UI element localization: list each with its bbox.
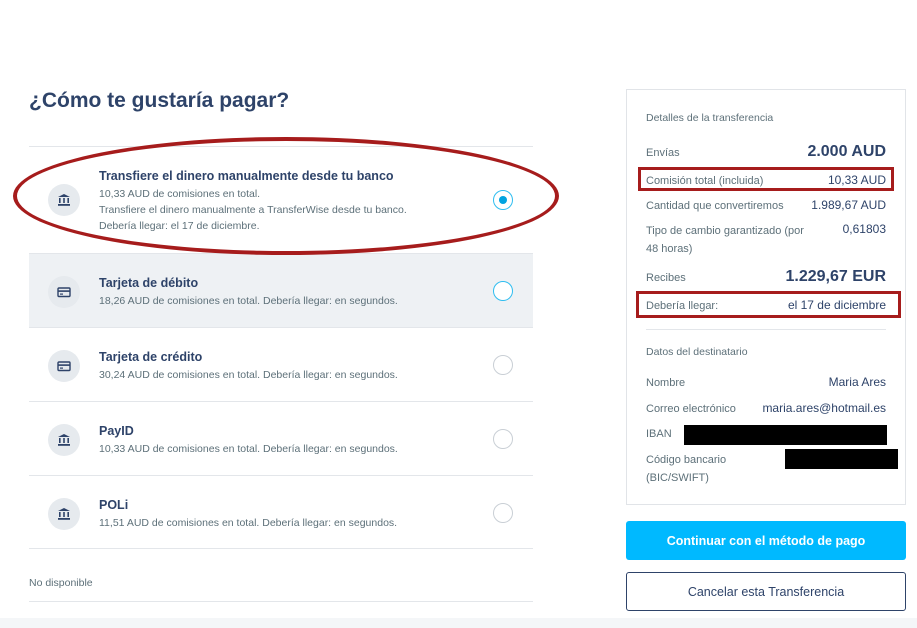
divider <box>29 601 533 602</box>
send-value: 2.000 AUD <box>807 143 886 160</box>
radio-debit-card[interactable] <box>493 281 513 301</box>
rate-value: 0,61803 <box>842 222 886 236</box>
payment-option-payid[interactable]: PayID 10,33 AUD de comisiones en total. … <box>29 401 533 475</box>
fee-label: Comisión total (incluida) <box>646 175 764 187</box>
radio-poli[interactable] <box>493 503 513 523</box>
arrival-value: el 17 de diciembre <box>787 298 886 312</box>
recipient-section-title: Datos del destinatario <box>646 346 748 358</box>
payment-option-debit-card[interactable]: Tarjeta de débito 18,26 AUD de comisione… <box>29 253 533 327</box>
payment-option-bank-transfer[interactable]: Transfiere el dinero manualmente desde t… <box>29 146 533 253</box>
iban-label: IBAN <box>646 428 672 440</box>
option-desc-line: 10,33 AUD de comisiones en total. <box>99 188 261 200</box>
arrival-label: Debería llegar: <box>646 300 719 312</box>
option-desc-line: 10,33 AUD de comisiones en total. Deberí… <box>99 443 398 455</box>
option-title: Tarjeta de débito <box>99 276 199 290</box>
rate-row: Tipo de cambio garantizado (por 48 horas… <box>646 222 886 258</box>
option-desc-line: Debería llegar: el 17 de diciembre. <box>99 220 260 232</box>
option-desc-line: 30,24 AUD de comisiones en total. Deberí… <box>99 369 398 381</box>
bic-label: Código bancario (BIC/SWIFT) <box>646 454 727 484</box>
card-icon <box>48 276 80 308</box>
receive-value: 1.229,67 EUR <box>785 268 886 285</box>
option-title: Tarjeta de crédito <box>99 350 203 364</box>
footer-strip <box>0 618 917 628</box>
redacted-bic <box>785 449 898 469</box>
convert-row: Cantidad que convertiremos 1.989,67 AUD <box>646 198 886 212</box>
convert-label: Cantidad que convertiremos <box>646 200 784 212</box>
cancel-transfer-button[interactable]: Cancelar esta Transferencia <box>626 572 906 611</box>
send-row: Envías 2.000 AUD <box>646 143 886 161</box>
option-title: POLi <box>99 498 129 512</box>
option-title: Transfiere el dinero manualmente desde t… <box>99 169 394 183</box>
fee-value: 10,33 AUD <box>827 173 886 187</box>
convert-value: 1.989,67 AUD <box>811 198 886 212</box>
bank-icon <box>48 184 80 216</box>
payment-option-credit-card[interactable]: Tarjeta de crédito 30,24 AUD de comision… <box>29 327 533 401</box>
bank-icon <box>48 498 80 530</box>
email-row: Correo electrónico maria.ares@hotmail.es <box>646 401 886 415</box>
name-row: Nombre Maria Ares <box>646 375 886 389</box>
card-icon <box>48 350 80 382</box>
option-desc-line: Transfiere el dinero manualmente a Trans… <box>99 204 407 216</box>
name-label: Nombre <box>646 377 686 389</box>
bank-icon <box>48 424 80 456</box>
payment-option-poli[interactable]: POLi 11,51 AUD de comisiones en total. D… <box>29 475 533 549</box>
divider <box>646 329 886 330</box>
email-value: maria.ares@hotmail.es <box>762 401 886 415</box>
redacted-iban <box>684 425 887 445</box>
receive-label: Recibes <box>646 272 686 284</box>
name-value: Maria Ares <box>828 375 886 389</box>
rate-label: Tipo de cambio garantizado (por 48 horas… <box>646 225 804 255</box>
payment-options-list: Transfiere el dinero manualmente desde t… <box>29 146 533 549</box>
receive-row: Recibes 1.229,67 EUR <box>646 268 886 286</box>
arrival-row: Debería llegar: el 17 de diciembre <box>646 298 886 312</box>
radio-credit-card[interactable] <box>493 355 513 375</box>
page-title: ¿Cómo te gustaría pagar? <box>29 89 290 112</box>
radio-payid[interactable] <box>493 429 513 449</box>
send-label: Envías <box>646 147 680 159</box>
email-label: Correo electrónico <box>646 403 736 415</box>
fee-row: Comisión total (incluida) 10,33 AUD <box>646 173 886 187</box>
details-section-title: Detalles de la transferencia <box>646 112 774 124</box>
option-desc-line: 18,26 AUD de comisiones en total. Deberí… <box>99 295 398 307</box>
option-desc-line: 11,51 AUD de comisiones en total. Deberí… <box>99 517 398 529</box>
unavailable-label: No disponible <box>29 577 93 589</box>
continue-button[interactable]: Continuar con el método de pago <box>626 521 906 560</box>
radio-bank-transfer[interactable] <box>493 190 513 210</box>
option-title: PayID <box>99 424 134 438</box>
